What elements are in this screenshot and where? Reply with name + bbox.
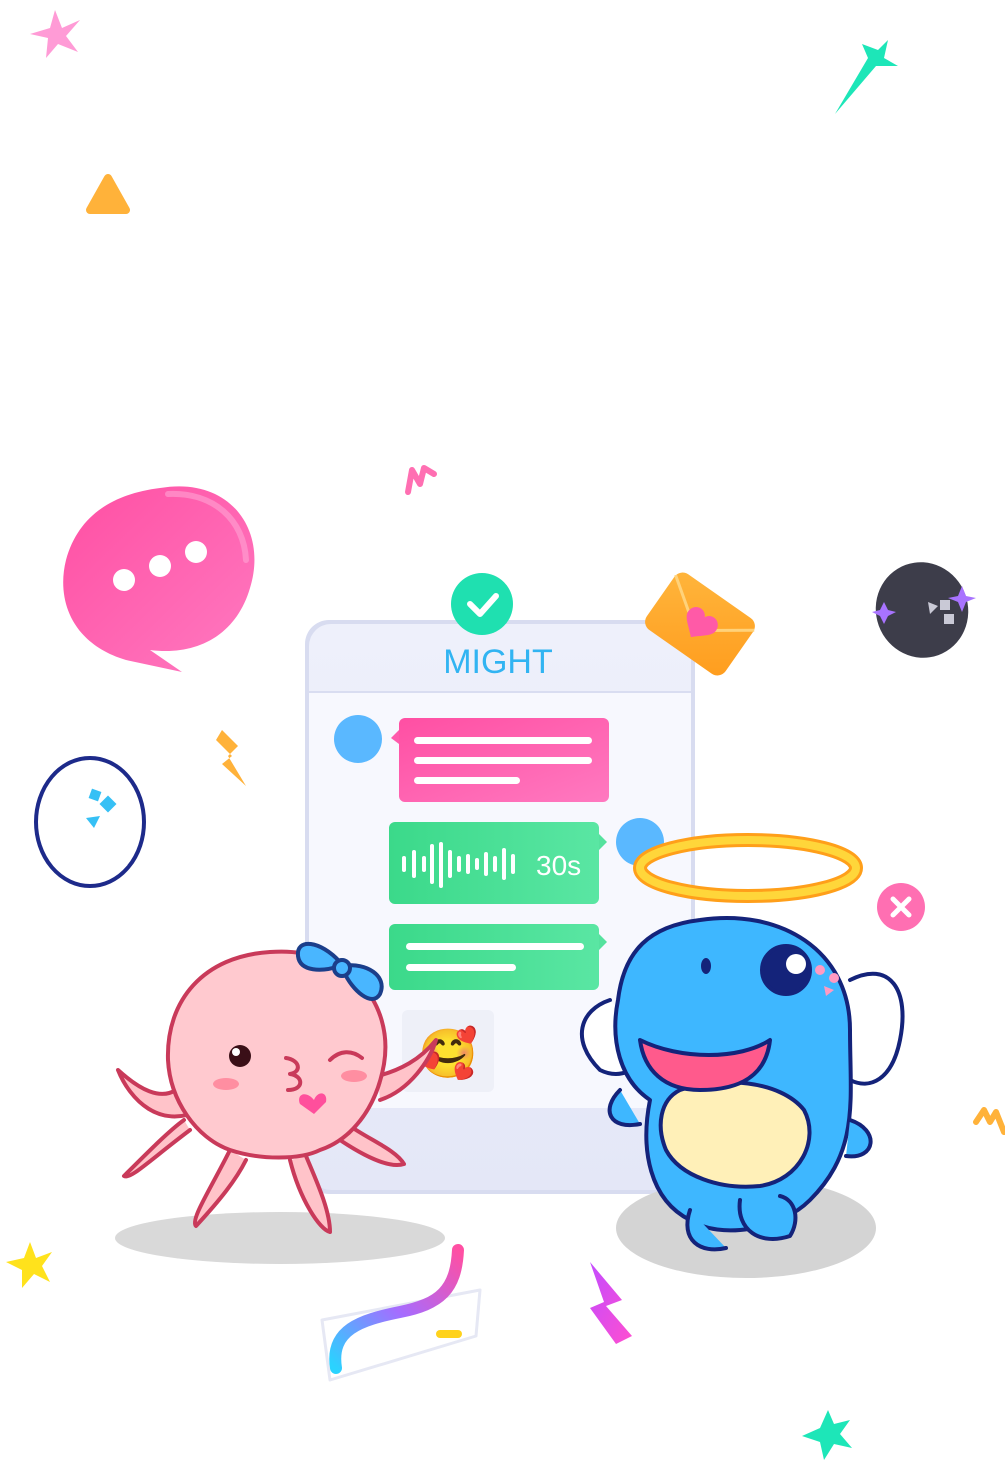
egg-shape (34, 756, 146, 888)
sparkle-icon (30, 10, 80, 58)
triangle-shape (86, 174, 130, 214)
voice-duration: 30s (536, 850, 581, 881)
close-icon (877, 883, 925, 931)
shadow (115, 1212, 445, 1264)
lightning-icon (590, 1262, 632, 1344)
avatar (334, 715, 382, 763)
outgoing-message (389, 924, 607, 990)
zigzag-shape (405, 465, 437, 495)
typing-bubble-icon (63, 486, 255, 672)
check-icon (451, 573, 513, 635)
egg-shape (872, 562, 976, 658)
illustration-canvas: MIGHT 30s 🥰 (6, 10, 1005, 1460)
sparkle-icon (835, 40, 898, 114)
zigzag-shape (973, 1107, 1005, 1135)
emoji-message: 🥰 (402, 1010, 494, 1092)
app-title: MIGHT (443, 643, 553, 681)
sparkle-icon (802, 1410, 852, 1460)
sparkle-icon (6, 1242, 52, 1288)
swoosh-shape (320, 1244, 482, 1382)
lightning-icon (216, 730, 246, 786)
